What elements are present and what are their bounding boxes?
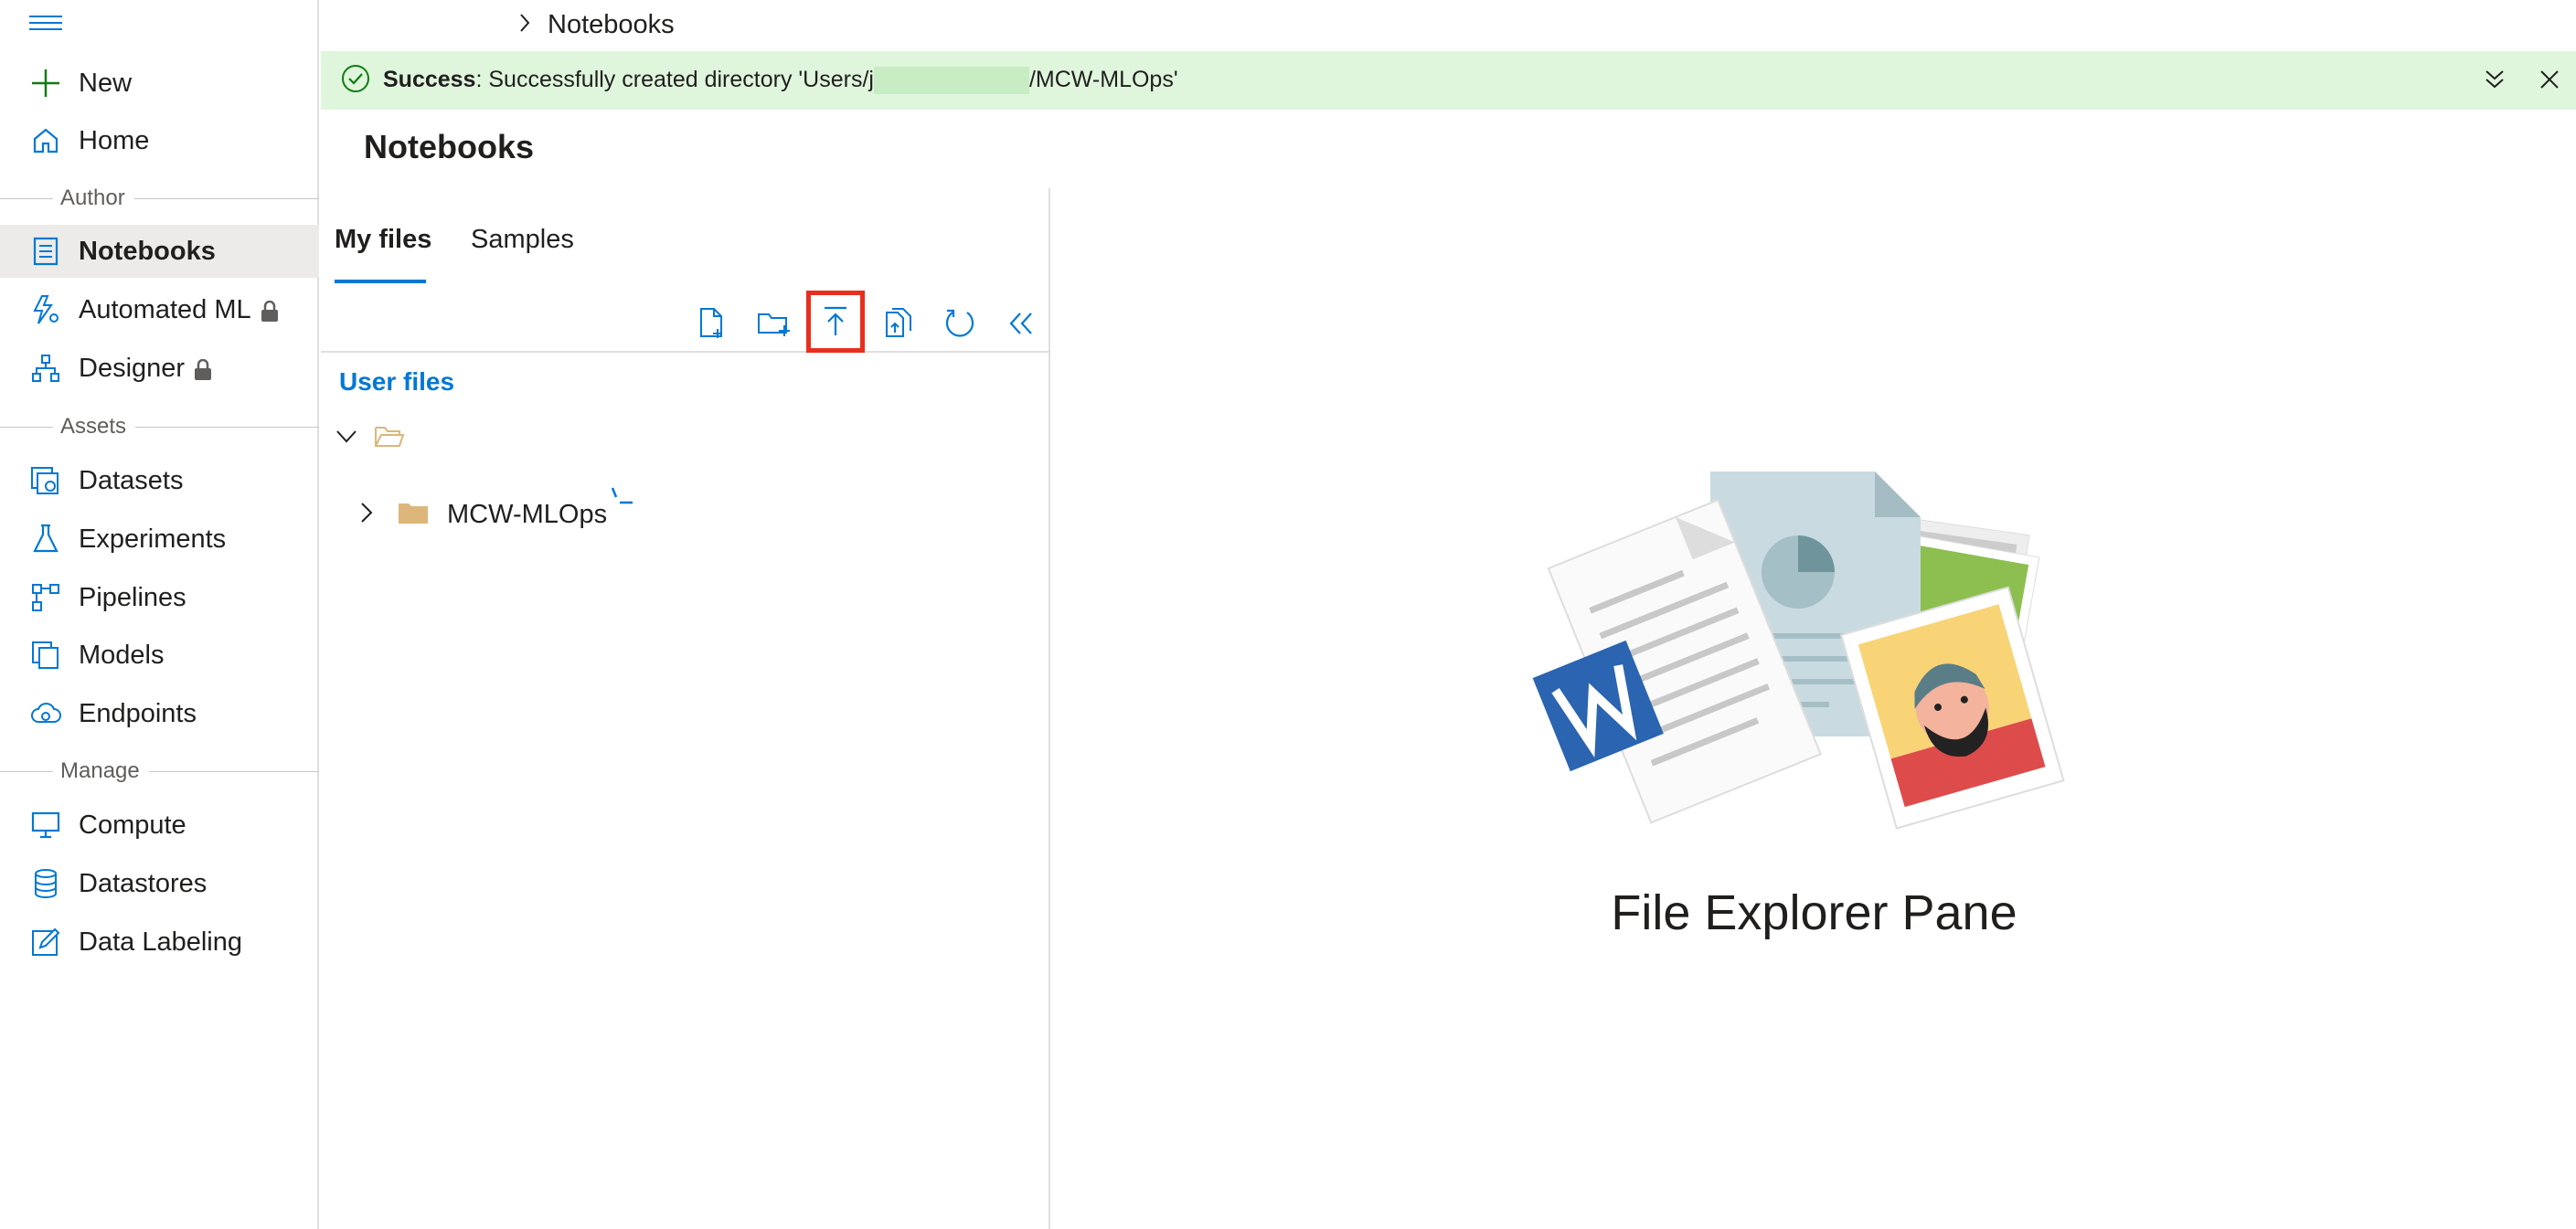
sidebar-item-label: Automated ML <box>79 294 251 324</box>
banner-message: Success: Successfully created directory … <box>383 66 1178 95</box>
redacted-text <box>873 67 1029 95</box>
banner-status: Success <box>383 66 476 92</box>
upload-folder-button[interactable] <box>875 300 922 347</box>
sidebar-item-home[interactable]: Home <box>0 114 319 167</box>
sidebar-item-compute[interactable]: Compute <box>0 799 319 852</box>
expand-banner-icon[interactable] <box>2483 68 2507 96</box>
sidebar-item-label: Experiments <box>79 524 227 554</box>
user-files-heading: User files <box>339 367 455 396</box>
chevron-right-icon[interactable] <box>359 500 374 530</box>
new-folder-icon <box>758 313 790 336</box>
sidebar-item-label: Notebooks <box>79 236 216 266</box>
sidebar-item-label: Compute <box>79 810 186 840</box>
sidebar-item-label: Data Labeling <box>79 927 242 957</box>
plus-icon <box>29 67 62 100</box>
sidebar: New Home Author Notebooks Automated ML D… <box>0 0 319 1229</box>
chevron-right-icon <box>518 12 531 38</box>
chevron-down-icon[interactable] <box>334 428 359 450</box>
sidebar-item-label: New <box>79 68 133 98</box>
tree-item-folder[interactable]: MCW-MLOps <box>359 487 636 531</box>
section-author: Author <box>0 185 319 212</box>
sidebar-item-new[interactable]: New <box>0 57 319 110</box>
active-tab-indicator <box>335 280 426 283</box>
upload-folder-icon <box>886 308 911 337</box>
sidebar-item-models[interactable]: Models <box>0 629 319 682</box>
file-explorer-illustration-icon <box>1532 471 2065 830</box>
sidebar-item-label: Datasets <box>79 465 184 495</box>
refresh-icon <box>945 309 974 337</box>
tab-samples[interactable]: Samples <box>471 225 574 255</box>
breadcrumb-current[interactable]: Notebooks <box>548 10 675 40</box>
hamburger-icon[interactable] <box>29 11 62 38</box>
sidebar-item-datasets[interactable]: Datasets <box>0 454 319 507</box>
sidebar-item-automated-ml[interactable]: Automated ML <box>0 283 319 336</box>
collapse-pane-button[interactable] <box>997 300 1045 347</box>
refresh-button[interactable] <box>936 300 984 347</box>
breadcrumb: Notebooks <box>321 0 2576 49</box>
lock-icon <box>261 300 279 323</box>
banner-message-suffix: /MCW-MLOps' <box>1028 66 1178 92</box>
close-icon[interactable] <box>2538 68 2561 96</box>
home-icon <box>29 124 62 157</box>
sidebar-item-data-labeling[interactable]: Data Labeling <box>0 916 319 969</box>
pipeline-icon <box>29 581 62 614</box>
sidebar-item-notebooks[interactable]: Notebooks <box>0 225 319 278</box>
datasets-icon <box>29 464 62 497</box>
page-title: Notebooks <box>364 128 535 165</box>
success-check-icon <box>341 64 370 98</box>
pane-caption: File Explorer Pane <box>1611 885 2017 940</box>
file-toolbar <box>321 289 1050 353</box>
sidebar-item-label: Models <box>79 640 165 670</box>
sidebar-item-label: Endpoints <box>79 698 197 728</box>
new-folder-button[interactable] <box>750 300 798 347</box>
banner-message-prefix: : Successfully created directory 'Users/… <box>475 66 874 92</box>
section-manage: Manage <box>0 758 319 785</box>
flask-icon <box>29 523 62 556</box>
open-folder-icon <box>374 424 405 454</box>
monitor-icon <box>29 809 62 842</box>
loading-spinner-icon <box>609 486 636 518</box>
sidebar-item-label: Datastores <box>79 868 208 898</box>
cloud-endpoint-icon <box>29 697 62 730</box>
database-icon <box>29 867 62 900</box>
upload-icon <box>825 306 846 335</box>
sidebar-item-label: Designer <box>79 353 186 383</box>
models-icon <box>29 639 62 672</box>
app-root: New Home Author Notebooks Automated ML D… <box>0 0 2576 1229</box>
sidebar-item-experiments[interactable]: Experiments <box>0 513 319 566</box>
sidebar-item-endpoints[interactable]: Endpoints <box>0 687 319 740</box>
collapse-icon <box>1009 313 1032 334</box>
automl-icon <box>29 293 62 326</box>
new-file-icon <box>700 308 722 338</box>
file-explorer-pane: File Explorer Pane <box>1052 188 2576 1229</box>
sidebar-item-label: Home <box>79 125 150 155</box>
sidebar-item-datastores[interactable]: Datastores <box>0 857 319 910</box>
sidebar-item-pipelines[interactable]: Pipelines <box>0 571 319 624</box>
upload-button[interactable] <box>806 291 865 353</box>
tree-item-label: MCW-MLOps <box>447 500 608 529</box>
section-assets: Assets <box>0 413 319 440</box>
success-banner: Success: Successfully created directory … <box>321 51 2576 110</box>
tree-root[interactable] <box>334 424 405 454</box>
sidebar-item-label: Pipelines <box>79 582 186 612</box>
folder-icon <box>398 501 429 529</box>
notebook-icon <box>29 235 62 268</box>
file-explorer-left: My files Samples User files MCW-MLOps <box>321 188 1050 1229</box>
designer-icon <box>29 352 62 385</box>
edit-icon <box>29 926 62 959</box>
sidebar-item-designer[interactable]: Designer <box>0 342 319 395</box>
new-file-button[interactable] <box>688 300 736 347</box>
tab-my-files[interactable]: My files <box>335 225 431 255</box>
lock-icon <box>194 358 212 381</box>
